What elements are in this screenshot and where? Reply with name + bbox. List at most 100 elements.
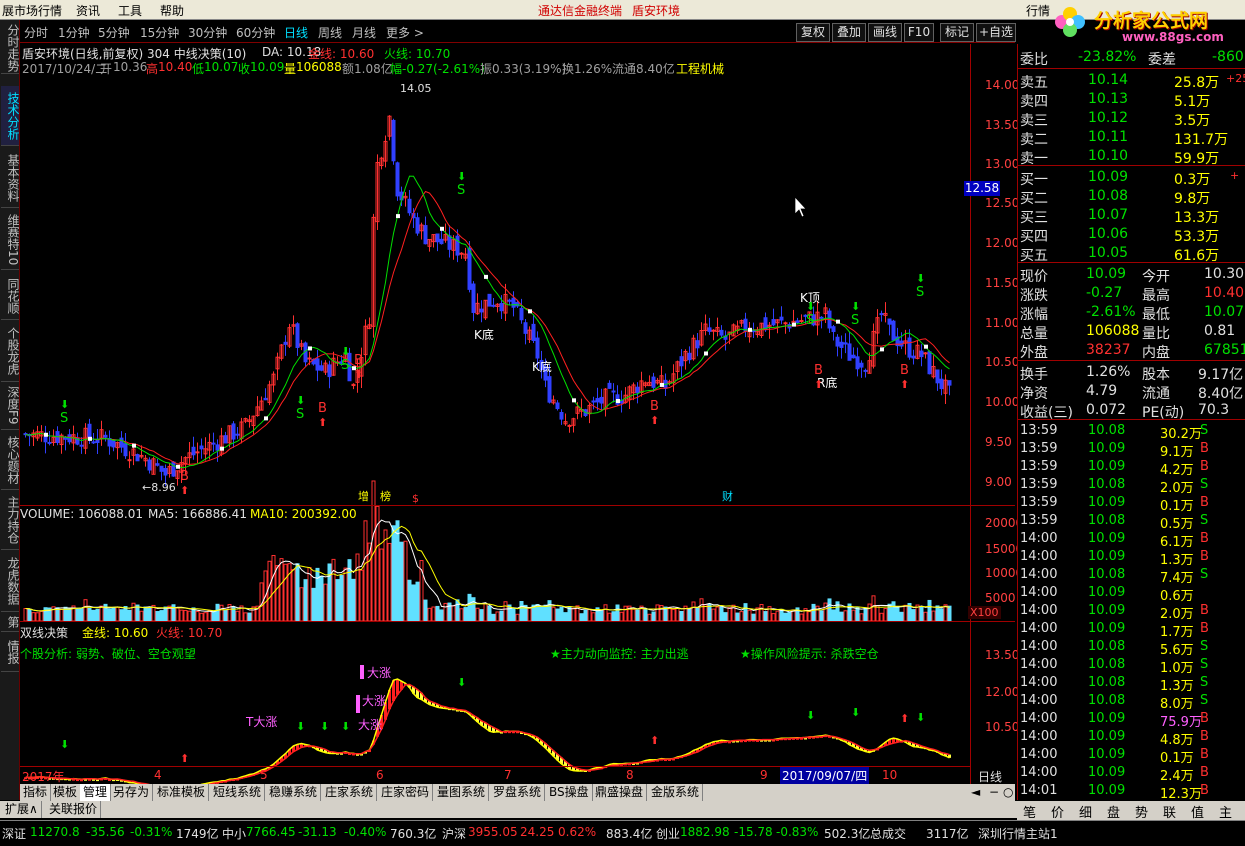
- sell-level-label: 卖二: [1020, 132, 1048, 148]
- buy-row[interactable]: 买四 10.06 53.3万: [1018, 225, 1245, 245]
- left-tab-intel[interactable]: 情报: [1, 632, 20, 672]
- left-tab-dragon-tiger[interactable]: 个股龙虎: [1, 320, 20, 382]
- sell-row[interactable]: 卖三 10.12 3.5万: [1018, 109, 1245, 129]
- bottom-tab-volume-system[interactable]: 量图系统: [434, 784, 490, 801]
- period-1min[interactable]: 1分钟: [58, 24, 90, 41]
- quote-tab-book[interactable]: 盘: [1107, 802, 1120, 821]
- left-tab-fundamentals[interactable]: 基本资料: [1, 148, 20, 208]
- period-60min[interactable]: 60分钟: [236, 24, 275, 41]
- sell-row[interactable]: 卖五 10.14 25.8万 +25: [1018, 71, 1245, 91]
- tick-row[interactable]: 14:00 10.09 6.1万 B: [1018, 530, 1245, 550]
- bottom-tab-template[interactable]: 模板: [50, 784, 82, 801]
- sell-row[interactable]: 卖一 10.10 59.9万: [1018, 147, 1245, 167]
- tick-row[interactable]: 13:59 10.08 2.0万 S: [1018, 476, 1245, 496]
- tick-row[interactable]: 13:59 10.09 4.2万 B: [1018, 458, 1245, 478]
- fuquan-button[interactable]: 复权: [796, 23, 830, 42]
- tick-row[interactable]: 13:59 10.09 0.1万 B: [1018, 494, 1245, 514]
- left-tab-depth-f9[interactable]: 深度F9: [1, 382, 20, 430]
- tick-row[interactable]: 14:00 10.08 5.6万 S: [1018, 638, 1245, 658]
- tick-row[interactable]: 14:00 10.08 1.0万 S: [1018, 656, 1245, 676]
- left-tab-holdings[interactable]: 主力持仓: [1, 490, 20, 550]
- tick-row[interactable]: 14:00 10.08 7.4万 S: [1018, 566, 1245, 586]
- draw-line-button[interactable]: 画线: [868, 23, 902, 42]
- quote-tab-link[interactable]: 联: [1163, 802, 1176, 821]
- tick-row[interactable]: 14:00 10.08 8.0万 S: [1018, 692, 1245, 712]
- quote-tab-value[interactable]: 值: [1191, 802, 1204, 821]
- period-monthly[interactable]: 月线: [352, 24, 376, 41]
- quote-tab-trades[interactable]: 笔: [1023, 802, 1036, 821]
- left-tab-technical[interactable]: 技术分析: [1, 86, 20, 146]
- mark-button[interactable]: 标记: [940, 23, 974, 42]
- buy-row[interactable]: 买一 10.09 0.3万 +: [1018, 168, 1245, 188]
- tick-row[interactable]: 14:00 10.09 4.8万 B: [1018, 728, 1245, 748]
- bottom-tab-short-system[interactable]: 短线系统: [210, 784, 266, 801]
- period-intraday[interactable]: 分时: [24, 24, 48, 41]
- left-tab-dragon-data[interactable]: 龙虎数据: [1, 550, 20, 612]
- bottom-tab-manage[interactable]: 管理: [80, 784, 112, 801]
- left-tab-weisaite[interactable]: 维赛特10: [1, 210, 20, 270]
- extend-toggle[interactable]: 扩展∧: [2, 801, 42, 818]
- left-tab-core-theme[interactable]: 核心题材: [1, 430, 20, 490]
- volume-bar: [179, 609, 184, 622]
- period-5min[interactable]: 5分钟: [98, 24, 130, 41]
- quote-tab-trend[interactable]: 势: [1135, 802, 1148, 821]
- left-tab-di[interactable]: 第: [1, 612, 20, 632]
- related-quotes-tab[interactable]: 关联报价: [46, 801, 102, 818]
- period-more[interactable]: 更多 >: [386, 24, 424, 41]
- sz-index-label[interactable]: 深证: [2, 825, 26, 842]
- period-daily[interactable]: 日线: [284, 24, 308, 41]
- tick-row[interactable]: 14:00 10.09 0.1万 B: [1018, 746, 1245, 766]
- zoom-in-icon[interactable]: ○: [1000, 784, 1016, 801]
- tick-row[interactable]: 14:00 10.09 1.7万 B: [1018, 620, 1245, 640]
- app-title-link[interactable]: 通达信金融终端: [538, 2, 622, 19]
- stock-title-link[interactable]: 盾安环境: [632, 2, 680, 19]
- quote-tab-main[interactable]: 主: [1219, 802, 1232, 821]
- period-30min[interactable]: 30分钟: [188, 24, 227, 41]
- menu-help[interactable]: 帮助: [160, 2, 184, 19]
- sell-row[interactable]: 卖二 10.11 131.7万: [1018, 128, 1245, 148]
- bottom-tab-bs-trade[interactable]: BS操盘: [546, 784, 593, 801]
- hs-index-label[interactable]: 沪深: [442, 825, 466, 842]
- bottom-tab-indicator[interactable]: 指标: [20, 784, 52, 801]
- sell-row[interactable]: 卖四 10.13 5.1万: [1018, 90, 1245, 110]
- volume-bar: [271, 555, 276, 622]
- period-weekly[interactable]: 周线: [318, 24, 342, 41]
- bottom-tab-dealer-system[interactable]: 庄家系统: [322, 784, 378, 801]
- bottom-tab-save-as[interactable]: 另存为: [110, 784, 154, 801]
- period-15min[interactable]: 15分钟: [140, 24, 179, 41]
- scroll-left-icon[interactable]: ◄: [968, 784, 983, 801]
- menu-tools[interactable]: 工具: [118, 2, 142, 19]
- bottom-tab-compass-system[interactable]: 罗盘系统: [490, 784, 546, 801]
- zx-index-label[interactable]: 中小: [222, 825, 246, 842]
- tick-row[interactable]: 14:00 10.09 1.3万 B: [1018, 548, 1245, 568]
- bottom-tab-stable-system[interactable]: 稳赚系统: [266, 784, 322, 801]
- buy-row[interactable]: 买三 10.07 13.3万: [1018, 206, 1245, 226]
- tick-row[interactable]: 14:00 10.09 2.4万 B: [1018, 764, 1245, 784]
- buy-row[interactable]: 买二 10.08 9.8万: [1018, 187, 1245, 207]
- menu-news[interactable]: 资讯: [76, 2, 100, 19]
- overlay-button[interactable]: 叠加: [832, 23, 866, 42]
- left-tab-tonghuashun[interactable]: 同花顺: [1, 272, 20, 320]
- left-tab-intraday[interactable]: 分时走势: [1, 22, 20, 74]
- bottom-tab-gold-system[interactable]: 金版系统: [648, 784, 704, 801]
- tick-row[interactable]: 14:00 10.09 2.0万 B: [1018, 602, 1245, 622]
- tick-row[interactable]: 13:59 10.08 0.5万 S: [1018, 512, 1245, 532]
- kline-chart[interactable]: 14.05←8.96K底K底K顶R底⬇S⬇S⬇S⬇S⬇S⬇S⬇SB⬆B⬆B⬆B⬆…: [20, 44, 1017, 784]
- buy-row[interactable]: 买五 10.05 61.6万: [1018, 244, 1245, 264]
- tick-row[interactable]: 13:59 10.09 9.1万 B: [1018, 440, 1245, 460]
- quote-tab-detail[interactable]: 细: [1079, 802, 1092, 821]
- cy-index-label[interactable]: 创业: [656, 825, 680, 842]
- quote-tab-price[interactable]: 价: [1051, 802, 1064, 821]
- tick-row[interactable]: 14:01 10.09 12.3万 B: [1018, 782, 1245, 802]
- f10-button[interactable]: F10: [904, 23, 934, 42]
- server-station[interactable]: 深圳行情主站1: [978, 825, 1058, 842]
- tick-row[interactable]: 13:59 10.08 30.2万 S: [1018, 422, 1245, 442]
- tick-row[interactable]: 14:00 10.08 1.3万 S: [1018, 674, 1245, 694]
- tick-row[interactable]: 14:00 10.09 0.6万: [1018, 584, 1245, 604]
- menu-market[interactable]: 展市场行情: [2, 2, 62, 19]
- bottom-tab-standard-template[interactable]: 标准模板: [154, 784, 210, 801]
- bottom-tab-dealer-code[interactable]: 庄家密码: [378, 784, 434, 801]
- tick-row[interactable]: 14:00 10.09 75.9万 B: [1018, 710, 1245, 730]
- bottom-tab-dingsheng[interactable]: 鼎盛操盘: [592, 784, 648, 801]
- add-watchlist-button[interactable]: +自选: [976, 23, 1016, 42]
